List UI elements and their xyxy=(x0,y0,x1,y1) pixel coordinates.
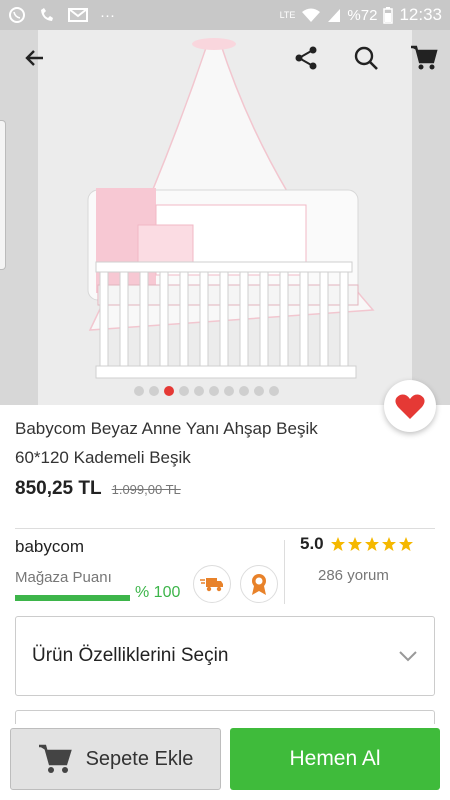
product-title-line2: 60*120 Kademeli Beşik xyxy=(15,448,191,467)
vertical-divider xyxy=(284,540,285,604)
star-icon xyxy=(330,537,345,551)
cart-button[interactable] xyxy=(402,36,446,80)
product-options-label: Ürün Özelliklerini Seçin xyxy=(32,645,229,666)
fast-delivery-icon xyxy=(200,578,223,592)
drawer-handle[interactable] xyxy=(0,120,6,270)
status-bar: ··· LTE %72 12:33 xyxy=(0,0,450,30)
mail-icon xyxy=(68,8,88,22)
search-icon xyxy=(354,46,378,70)
product-title: Babycom Beyaz Anne Yanı Ahşap Beşik 60*1… xyxy=(15,414,355,472)
carousel-dot[interactable] xyxy=(134,386,144,396)
seller-name[interactable]: babycom xyxy=(15,537,84,557)
whatsapp-icon xyxy=(9,7,25,23)
quality-badge[interactable] xyxy=(240,565,278,603)
star-icon xyxy=(347,537,362,551)
fast-delivery-badge[interactable] xyxy=(193,565,231,603)
missed-call-icon xyxy=(41,8,53,21)
buy-now-label: Hemen Al xyxy=(289,747,381,770)
add-to-cart-label: Sepete Ekle xyxy=(85,747,194,770)
current-price: 850,25 TL xyxy=(15,478,102,499)
price-row: 850,25 TL 1.099,00 TL xyxy=(15,478,181,500)
product-options-select[interactable]: Ürün Özelliklerini Seçin xyxy=(15,616,435,696)
carousel-dot[interactable] xyxy=(179,386,189,396)
wifi-icon xyxy=(302,8,321,22)
store-score-label: Mağaza Puanı xyxy=(15,569,112,586)
carousel-dot[interactable] xyxy=(224,386,234,396)
share-button[interactable] xyxy=(284,36,328,80)
buy-now-button[interactable]: Hemen Al xyxy=(230,728,440,790)
review-count[interactable]: 286 yorum xyxy=(318,567,389,584)
add-to-cart-button[interactable]: Sepete Ekle xyxy=(10,728,221,790)
store-score-bar xyxy=(15,595,130,601)
star-icon xyxy=(381,537,396,551)
clock: 12:33 xyxy=(399,5,442,24)
favorite-button[interactable] xyxy=(384,380,436,432)
battery-level: %72 xyxy=(347,6,378,24)
carousel-dot[interactable] xyxy=(164,386,174,396)
rating-stars xyxy=(330,536,414,552)
battery-icon xyxy=(383,7,394,24)
carousel-dot[interactable] xyxy=(194,386,204,396)
cart-icon xyxy=(411,45,438,70)
network-label: LTE xyxy=(279,9,296,20)
carousel-dot[interactable] xyxy=(269,386,279,396)
old-price: 1.099,00 TL xyxy=(111,482,181,497)
back-arrow-icon xyxy=(25,50,43,66)
store-score-value: % 100 xyxy=(135,584,181,601)
product-title-line1: Babycom Beyaz Anne Yanı Ahşap Beşik xyxy=(15,419,318,438)
more-icon: ··· xyxy=(100,6,115,24)
quality-medal-icon xyxy=(252,574,266,595)
carousel-indicator xyxy=(134,386,279,396)
chevron-down-icon xyxy=(399,651,417,662)
signal-icon xyxy=(328,9,341,22)
carousel-dot[interactable] xyxy=(239,386,249,396)
rating[interactable]: 5.0 xyxy=(300,534,414,554)
search-button[interactable] xyxy=(344,36,388,80)
divider xyxy=(15,528,435,529)
carousel-dot[interactable] xyxy=(149,386,159,396)
share-icon xyxy=(295,46,317,70)
rating-value: 5.0 xyxy=(300,534,324,553)
cart-icon xyxy=(38,744,72,773)
product-image xyxy=(38,30,412,405)
star-icon xyxy=(364,537,379,551)
back-button[interactable] xyxy=(13,36,57,80)
heart-icon xyxy=(395,394,425,419)
carousel-dot[interactable] xyxy=(254,386,264,396)
star-icon xyxy=(398,537,413,551)
product-image-carousel[interactable] xyxy=(0,30,450,405)
carousel-dot[interactable] xyxy=(209,386,219,396)
